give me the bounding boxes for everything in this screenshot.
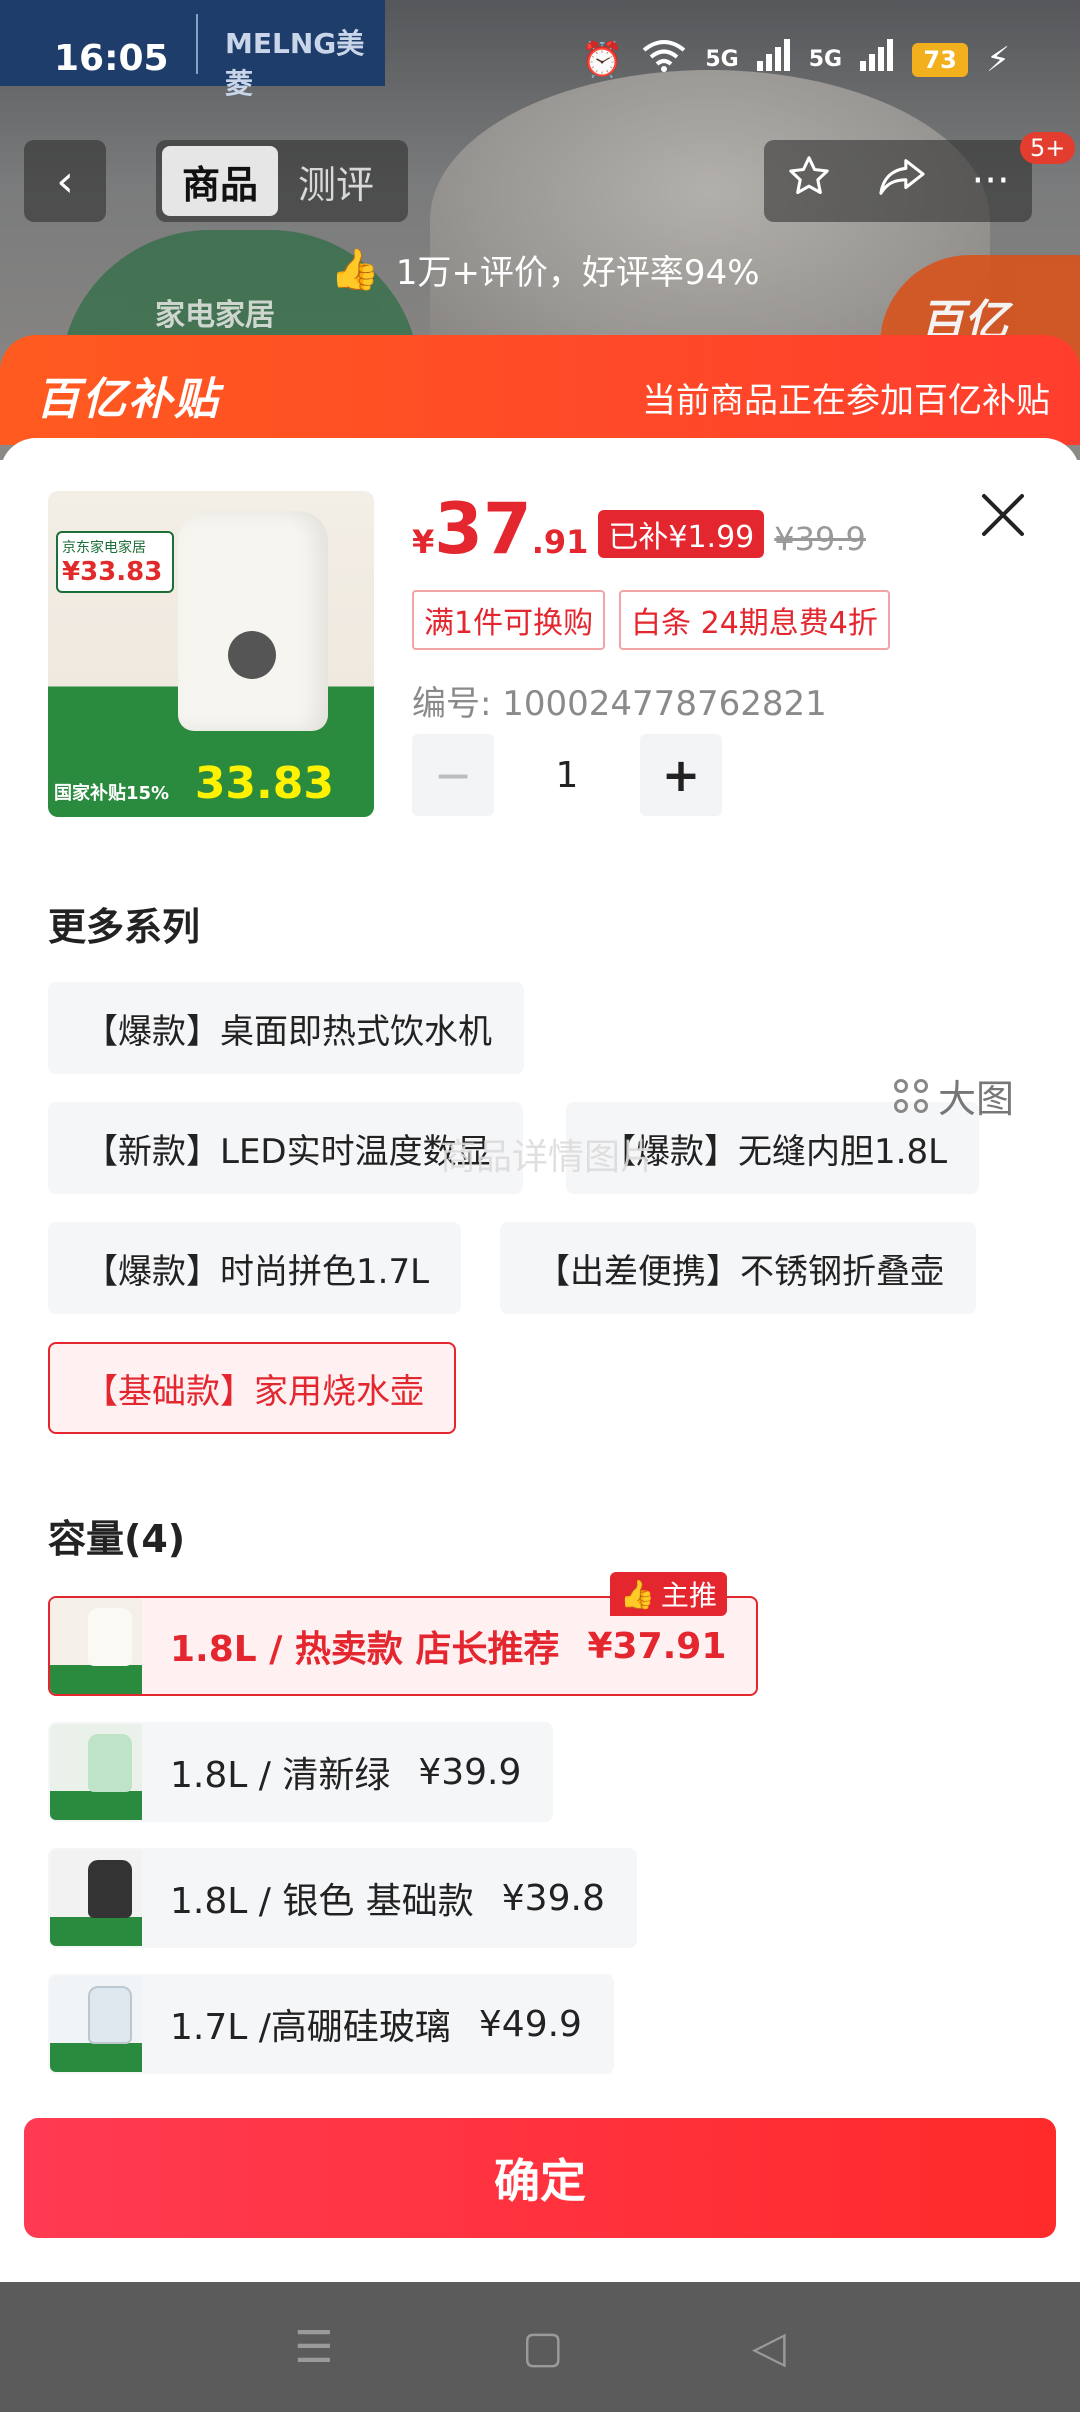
series-option[interactable]: 【爆款】桌面即热式饮水机 — [48, 982, 524, 1074]
more-button[interactable]: ··· — [972, 158, 1010, 204]
capacity-option-price: ¥37.91 — [587, 1625, 727, 1667]
brand-divider — [196, 14, 198, 74]
confirm-button[interactable]: 确定 — [24, 2118, 1056, 2238]
minus-icon: − — [433, 748, 473, 802]
thumbnail-big-price: 33.83 — [194, 758, 334, 809]
capacity-option[interactable]: 1.8L / 清新绿 ¥39.9 — [48, 1722, 554, 1822]
series-option[interactable]: 【新款】LED实时温度数显 — [48, 1102, 523, 1194]
signal-1-label: 5G — [705, 47, 739, 72]
page-tabs: 商品 测评 — [156, 140, 408, 222]
subsidy-banner: 百亿补贴 当前商品正在参加百亿补贴 — [0, 335, 1080, 445]
review-summary-text: 1万+评价，好评率94% — [395, 252, 760, 293]
price-decimal: .91 — [531, 523, 589, 561]
subsidy-logo: 百亿补贴 — [36, 374, 220, 425]
original-price: ¥39.9 — [774, 520, 866, 558]
tab-product[interactable]: 商品 — [162, 146, 279, 216]
signal-2-icon — [860, 39, 894, 80]
capacity-option[interactable]: 1.8L / 银色 基础款 ¥39.8 — [48, 1848, 637, 1948]
price-integer: 37 — [434, 488, 532, 570]
capacity-section-title: 容量(4) — [48, 1517, 186, 1561]
series-section-title: 更多系列 — [48, 905, 201, 949]
signal-2-label: 5G — [808, 47, 843, 72]
thumbnail-price-tag: 京东家电家居 ¥33.83 — [56, 531, 174, 593]
menu-icon[interactable]: ☰ — [294, 2322, 333, 2373]
status-bar: MELNG美菱 16:05 ⏰ 5G 5G 73 ⚡ — [0, 0, 1080, 110]
star-icon — [789, 156, 830, 195]
capacity-thumbnail — [50, 1598, 142, 1694]
series-option-selected[interactable]: 【基础款】家用烧水壶 — [48, 1342, 456, 1434]
alarm-icon: ⏰ — [581, 39, 624, 80]
decrease-quantity-button[interactable]: − — [412, 734, 494, 816]
capacity-option-label: 1.8L / 银色 基础款 — [170, 1881, 474, 1922]
thumbnail-tag-title: 京东家电家居 — [62, 540, 146, 556]
series-option[interactable]: 【爆款】时尚拼色1.7L — [48, 1222, 462, 1314]
hero-green-label-text: 家电家居 — [155, 298, 275, 333]
review-summary[interactable]: 👍 1万+评价，好评率94% — [330, 236, 760, 302]
big-view-label: 大图 — [938, 1077, 1015, 1121]
quantity-stepper: − 1 + — [412, 734, 722, 816]
thumbs-up-icon: 👍 — [330, 246, 380, 293]
capacity-thumbnail — [50, 1724, 142, 1820]
capacity-thumbnail — [50, 1976, 142, 2072]
capacity-option-label: 1.8L / 清新绿 — [170, 1755, 391, 1796]
brand-logo: MELNG美菱 — [225, 27, 365, 100]
current-price: ¥ 37 .91 — [412, 494, 588, 564]
quantity-value[interactable]: 1 — [494, 755, 640, 796]
back-triangle-icon[interactable]: ◁ — [752, 2322, 786, 2373]
subsidy-message: 当前商品正在参加百亿补贴 — [642, 381, 1050, 421]
notification-badge: 5+ — [1020, 132, 1076, 164]
share-icon — [879, 159, 925, 195]
recommend-badge-label: 主推 — [660, 1579, 717, 1612]
capacity-option-price: ¥49.9 — [478, 2003, 582, 2045]
promo-tag[interactable]: 满1件可换购 — [412, 590, 606, 650]
thumbnail-subsidy-text: 国家补贴15% — [54, 783, 170, 804]
kettle-image — [88, 1986, 132, 2044]
kettle-image — [178, 511, 328, 731]
share-button[interactable] — [877, 153, 927, 209]
kettle-image — [88, 1734, 132, 1792]
series-option[interactable]: 【出差便携】不锈钢折叠壶 — [500, 1222, 976, 1314]
kettle-image — [88, 1608, 132, 1666]
back-button[interactable]: ‹ — [24, 140, 106, 222]
recommend-badge: 👍 主推 — [610, 1572, 727, 1616]
signal-1-icon — [756, 39, 791, 80]
thumbnail-tag-price: ¥33.83 — [62, 557, 163, 587]
promo-tag[interactable]: 白条 24期息费4折 — [619, 590, 890, 650]
capacity-option-label: 1.8L / 热卖款 店长推荐 — [170, 1629, 560, 1670]
kettle-window — [228, 631, 276, 679]
promo-tags: 满1件可换购 白条 24期息费4折 — [412, 590, 890, 650]
increase-quantity-button[interactable]: + — [640, 734, 722, 816]
sku-code: 编号: 100024778762821 — [412, 684, 827, 724]
home-icon[interactable]: ▢ — [522, 2322, 564, 2373]
thumbs-up-icon: 👍 — [620, 1577, 655, 1611]
product-thumbnail[interactable]: 京东家电家居 ¥33.83 国家补贴15% 33.83 — [48, 491, 374, 817]
kettle-image — [88, 1860, 132, 1918]
sku-selector-sheet: 京东家电家居 ¥33.83 国家补贴15% 33.83 ¥ 37 .91 已补¥… — [0, 438, 1080, 2282]
wifi-icon — [641, 38, 687, 81]
chevron-left-icon: ‹ — [56, 155, 74, 207]
big-view-toggle[interactable]: 大图 — [894, 1068, 1014, 1123]
capacity-thumbnail — [50, 1850, 142, 1946]
more-icon: ··· — [971, 158, 1010, 204]
system-navigation-bar: ☰ ▢ ◁ — [0, 2282, 1080, 2412]
capacity-option-price: ¥39.9 — [418, 1751, 522, 1793]
close-icon — [982, 494, 1024, 536]
header-actions: ··· — [764, 140, 1032, 222]
capacity-option-price: ¥39.8 — [501, 1877, 605, 1919]
tab-review[interactable]: 测评 — [278, 146, 394, 216]
price-row: ¥ 37 .91 已补¥1.99 ¥39.9 — [412, 494, 866, 564]
battery-indicator: 73 — [912, 42, 969, 77]
status-time: 16:05 — [54, 38, 169, 79]
capacity-option-label: 1.7L /高硼硅玻璃 — [170, 2007, 451, 2048]
subsidy-amount-tag: 已补¥1.99 — [598, 510, 765, 558]
close-button[interactable] — [980, 488, 1026, 548]
status-icons: ⏰ 5G 5G 73 ⚡ — [581, 38, 1010, 81]
charging-icon: ⚡ — [986, 39, 1010, 80]
favorite-button[interactable] — [786, 153, 832, 209]
capacity-option[interactable]: 1.7L /高硼硅玻璃 ¥49.9 — [48, 1974, 614, 2074]
grid-icon — [894, 1078, 928, 1113]
top-nav-bar: ‹ 商品 测评 ··· 5+ — [0, 132, 1080, 224]
plus-icon: + — [661, 748, 701, 802]
price-currency: ¥ — [412, 523, 435, 561]
